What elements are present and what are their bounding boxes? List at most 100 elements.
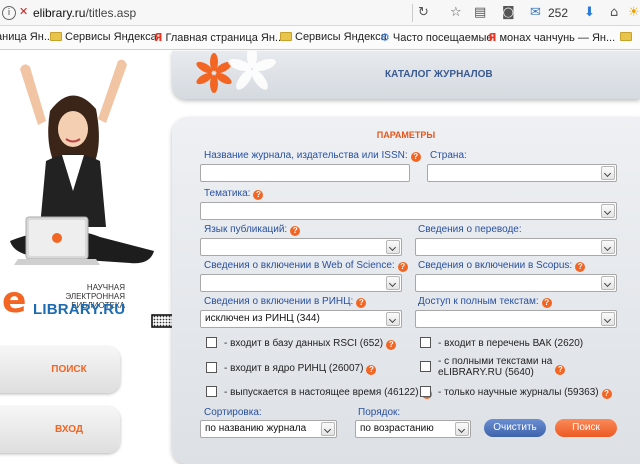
bookmark-label: монах чанчунь — Ян...: [499, 32, 616, 44]
help-icon[interactable]: ?: [386, 340, 397, 350]
order-selected-value: по возрастанию: [360, 423, 434, 434]
checkbox-fulltext[interactable]: - с полными текстами на eLIBRARY.RU (5640…: [420, 356, 566, 378]
checkbox-current[interactable]: - выпускается в настоящее время (46122)?: [206, 386, 432, 399]
bookmark-label: Часто посещаемые: [392, 32, 493, 44]
clear-button[interactable]: Очистить: [484, 419, 546, 437]
parameters-title: ПАРАМЕТРЫ: [376, 130, 436, 140]
label-text: Сведения о включении в Scopus:: [418, 260, 573, 271]
rinc-select[interactable]: исключен из РИНЦ (344): [200, 310, 402, 328]
bookmark-label: аница Ян...: [0, 31, 53, 43]
country-select[interactable]: [427, 164, 617, 182]
fulltext-select[interactable]: [415, 310, 617, 328]
wos-select[interactable]: [200, 274, 402, 292]
help-icon[interactable]: ?: [575, 262, 586, 272]
mail-icon[interactable]: ✉: [530, 4, 541, 22]
bookmark-label: Сервисы Яндекса: [295, 31, 387, 43]
checkbox[interactable]: [206, 337, 217, 348]
reading-list-icon[interactable]: ▤: [474, 4, 486, 22]
logo-name[interactable]: LIBRARY.RU: [33, 301, 125, 318]
sidebar-search-button[interactable]: ПОИСК: [0, 347, 120, 393]
checkbox-label-line: eLIBRARY.RU (5640): [438, 367, 534, 378]
pocket-icon[interactable]: ◙: [502, 4, 515, 22]
bookmark-item[interactable]: Ямонах чанчунь — Ян...: [488, 31, 615, 44]
country-label: Страна:: [430, 150, 467, 161]
star-icon[interactable]: ☆: [450, 4, 462, 22]
scopus-label: Сведения о включении в Scopus:?: [418, 260, 586, 272]
label-text: Страна:: [430, 150, 467, 161]
bookmark-item[interactable]: ⚙ Часто посещаемые: [380, 31, 492, 44]
url-path: /titles.asp: [85, 6, 137, 20]
help-icon[interactable]: ?: [366, 365, 377, 375]
wos-label: Сведения о включении в Web of Science:?: [204, 260, 408, 272]
url-domain: elibrary.ru: [33, 6, 86, 20]
chevron-down-icon: [601, 276, 615, 290]
chevron-down-icon: [601, 204, 615, 218]
folder-icon: [280, 32, 292, 41]
checkbox[interactable]: [420, 386, 431, 397]
insecure-lock-icon[interactable]: ✕: [19, 5, 28, 18]
bookmark-item[interactable]: Сервисы Яндекса: [280, 31, 387, 43]
checkbox[interactable]: [206, 362, 217, 373]
rinc-selected-value: исключен из РИНЦ (344): [205, 313, 320, 324]
bookmark-label: Главная страница Ян...: [165, 32, 285, 44]
language-select[interactable]: [200, 238, 402, 256]
mascot-illustration: [10, 59, 154, 265]
label-text: Сведения о включении в РИНЦ:: [204, 296, 354, 307]
bookmark-item[interactable]: Сервисы Яндекса: [50, 31, 157, 43]
reload-icon[interactable]: ↻: [418, 4, 429, 22]
logo-e[interactable]: e: [2, 283, 26, 319]
chevron-down-icon: [386, 312, 400, 326]
label-text: Язык публикаций:: [204, 224, 288, 235]
parameters-panel: ПАРАМЕТРЫ Название журнала, издательства…: [172, 117, 640, 464]
download-icon[interactable]: ⬇: [584, 4, 595, 22]
help-icon[interactable]: ?: [555, 365, 566, 375]
checkbox-scientific[interactable]: - только научные журналы (59363)?: [420, 386, 612, 399]
help-icon[interactable]: ?: [290, 226, 301, 236]
home-icon[interactable]: ⌂: [610, 4, 618, 22]
search-button[interactable]: Поиск: [555, 419, 617, 437]
sidebar-login-button[interactable]: ВХОД: [0, 407, 120, 453]
journal-name-input[interactable]: [200, 164, 410, 182]
chevron-down-icon: [386, 276, 400, 290]
scopus-select[interactable]: [415, 274, 617, 292]
checkbox-label: - входит в перечень ВАК (2620): [438, 338, 584, 349]
sort-select[interactable]: по названию журнала: [200, 420, 337, 438]
weather-icon[interactable]: ☀: [628, 4, 640, 22]
help-icon[interactable]: ?: [601, 389, 612, 399]
topic-select[interactable]: [200, 202, 617, 220]
page-title: КАТАЛОГ ЖУРНАЛОВ: [385, 69, 493, 80]
help-icon[interactable]: ?: [410, 152, 421, 162]
checkbox-core[interactable]: - входит в ядро РИНЦ (26007)?: [206, 362, 377, 375]
globe-icon: ⚙: [380, 31, 390, 44]
yandex-icon: Я: [488, 31, 497, 44]
sort-label: Сортировка:: [204, 407, 262, 418]
chevron-down-icon: [601, 312, 615, 326]
checkbox-rsci[interactable]: - входит в базу данных RSCI (652)?: [206, 337, 397, 350]
order-select[interactable]: по возрастанию: [355, 420, 471, 438]
page: НАУЧНАЯ ЭЛЕКТРОННАЯ БИБЛИОТЕКА e LIBRARY…: [0, 51, 640, 464]
help-icon[interactable]: ?: [397, 262, 408, 272]
order-label: Порядок:: [358, 407, 400, 418]
bookmark-item[interactable]: Я Главная страница Ян...: [154, 31, 284, 44]
translation-select[interactable]: [415, 238, 617, 256]
bookmark-item[interactable]: [620, 31, 635, 43]
checkbox[interactable]: [206, 386, 217, 397]
label-text: Сортировка:: [204, 407, 262, 418]
checkbox[interactable]: [420, 361, 431, 372]
flower-logo-icon: [196, 51, 276, 93]
chevron-down-icon: [321, 422, 335, 436]
help-icon[interactable]: ?: [253, 190, 264, 200]
browser-toolbar: i ✕ elibrary.ru/titles.asp ↻ ☆ ▤ ◙ ✉ 252…: [0, 0, 640, 26]
checkbox-vak[interactable]: - входит в перечень ВАК (2620): [420, 337, 583, 349]
info-icon[interactable]: i: [2, 6, 16, 20]
rinc-label: Сведения о включении в РИНЦ:?: [204, 296, 367, 308]
help-icon[interactable]: ?: [541, 298, 552, 308]
label-text: Порядок:: [358, 407, 401, 418]
checkbox-label-line: - с полными текстами на: [438, 356, 553, 367]
help-icon[interactable]: ?: [356, 298, 367, 308]
address-bar[interactable]: elibrary.ru/titles.asp: [33, 6, 136, 20]
bookmark-item[interactable]: аница Ян...: [0, 31, 53, 43]
checkbox[interactable]: [420, 337, 431, 348]
label-text: Название журнала, издательства или ISSN:: [204, 150, 408, 161]
chevron-down-icon: [455, 422, 469, 436]
